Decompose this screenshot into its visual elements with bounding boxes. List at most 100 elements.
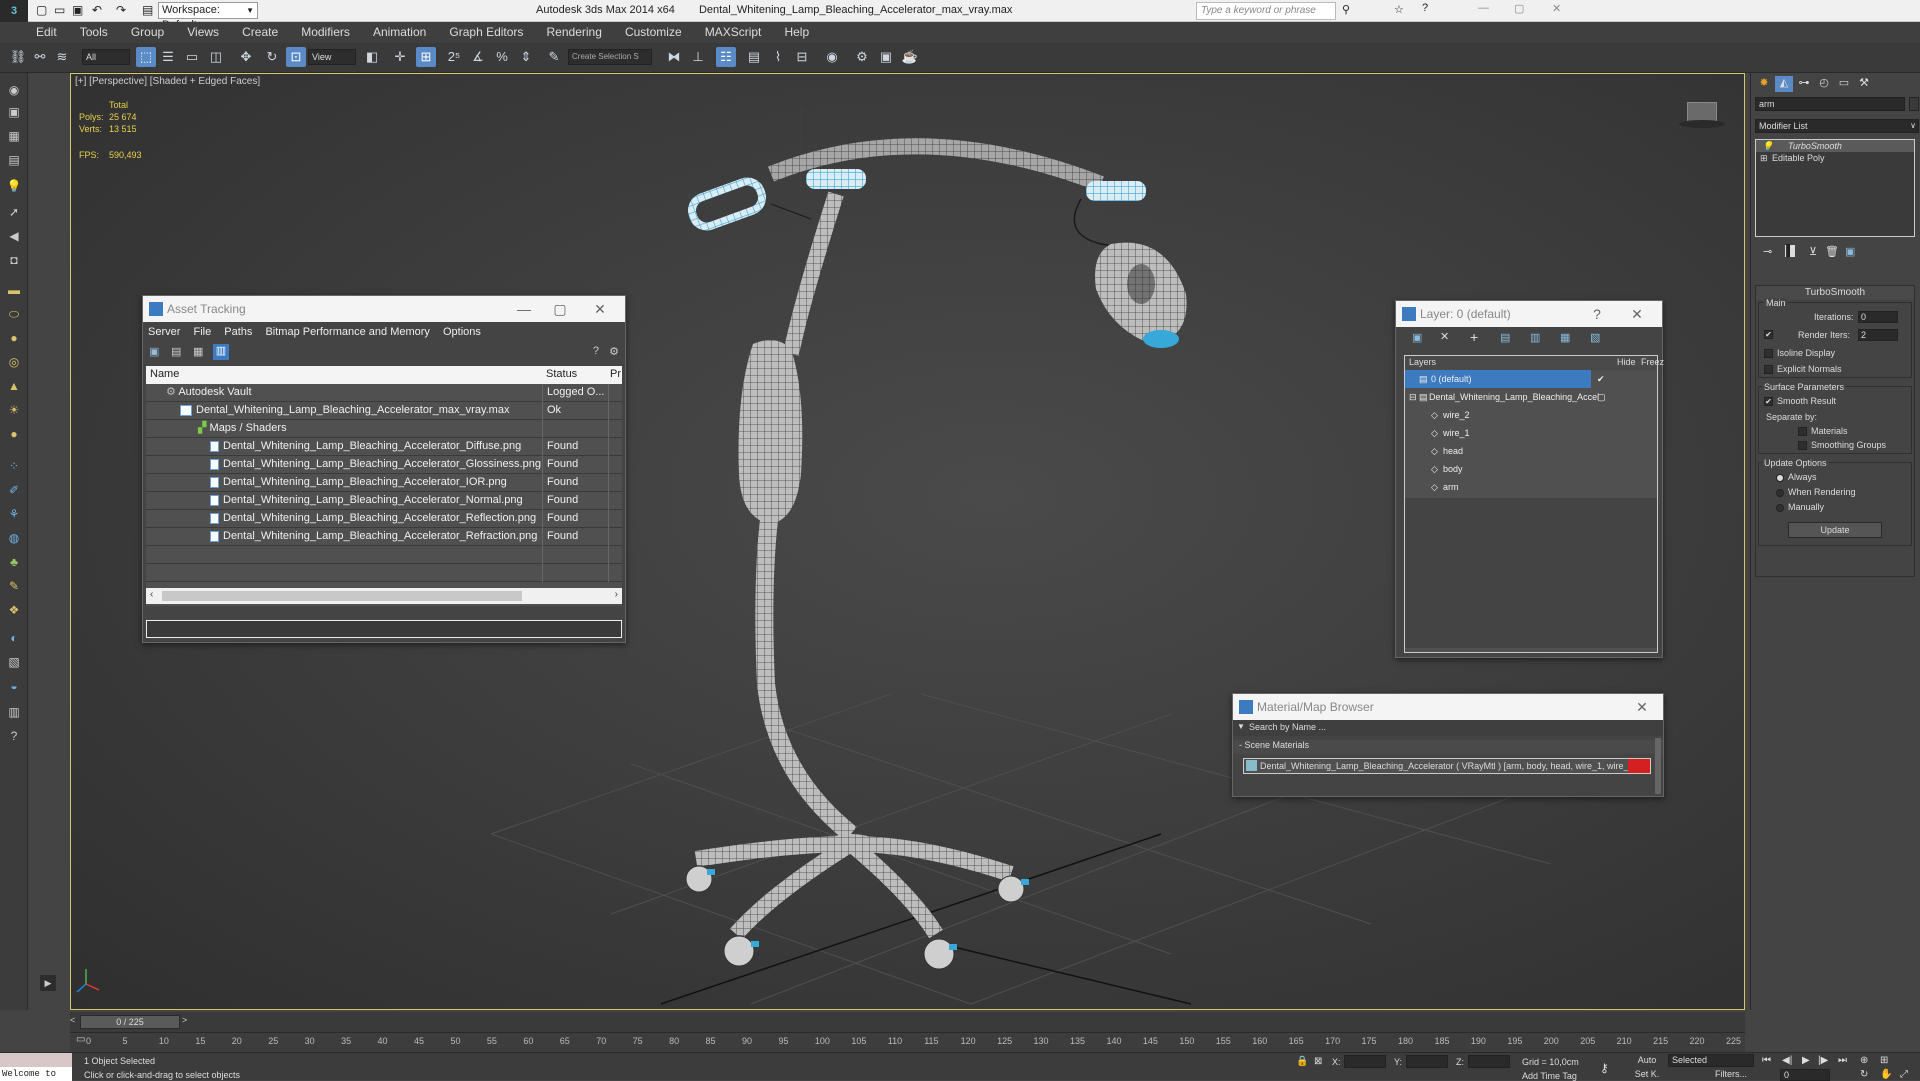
- arrow-icon[interactable]: ➚: [5, 203, 23, 221]
- layer-row-lamp[interactable]: ⊟ ▤ Dental_Whitening_Lamp_Bleaching_Acce…: [1405, 388, 1657, 406]
- time-slider-prev[interactable]: <: [70, 1015, 78, 1029]
- menu-rendering[interactable]: Rendering: [537, 22, 612, 43]
- material-item[interactable]: Dental_Whitening_Lamp_Bleaching_Accelera…: [1243, 758, 1651, 774]
- scroll-left-icon[interactable]: ‹: [150, 589, 153, 600]
- color-icon[interactable]: ◒: [5, 677, 23, 695]
- speaker-icon[interactable]: ◀: [5, 227, 23, 245]
- menu-paths[interactable]: Paths: [219, 322, 257, 342]
- schematic-view-icon[interactable]: ⊟: [792, 47, 812, 67]
- refresh-icon[interactable]: ▣: [149, 345, 159, 358]
- create-tab-icon[interactable]: ✸: [1755, 76, 1773, 92]
- layer-row-head[interactable]: ◇ head: [1405, 442, 1657, 460]
- time-slider-next[interactable]: >: [182, 1015, 190, 1029]
- undo-icon[interactable]: ↶: [92, 3, 102, 17]
- track-bar[interactable]: 0 5 10 15 20 25 30 35 40 45 50 55 60 65 70 75 80 85 90 95 10…: [70, 1032, 1745, 1052]
- layer-manager-icon[interactable]: ☷: [716, 47, 736, 67]
- vertical-scrollbar[interactable]: [1655, 738, 1661, 794]
- iterations-spinner[interactable]: 0: [1858, 311, 1898, 323]
- display-tab-icon[interactable]: ▭: [1835, 76, 1853, 92]
- layers-icon[interactable]: ▧: [5, 653, 23, 671]
- help-icon[interactable]: ?: [1582, 301, 1612, 327]
- save-file-icon[interactable]: ▣: [72, 3, 83, 17]
- bind-space-warp-icon[interactable]: ≋: [52, 47, 72, 67]
- key-icon[interactable]: ⚷: [1600, 1061, 1609, 1075]
- teapot-icon[interactable]: ●: [5, 425, 23, 443]
- table-row[interactable]: ⚙ Autodesk Vault Logged O...: [146, 384, 622, 402]
- checkmark-icon[interactable]: ✔: [1597, 370, 1605, 388]
- filters-button[interactable]: Filters...: [1708, 1069, 1754, 1081]
- object-color-swatch[interactable]: [1909, 97, 1919, 111]
- menu-animation[interactable]: Animation: [363, 22, 436, 43]
- table-row[interactable]: Dental_Whitening_Lamp_Bleaching_Accelera…: [146, 474, 622, 492]
- render-setup-icon[interactable]: ⚙: [852, 47, 872, 67]
- rendered-frame-icon[interactable]: ▣: [876, 47, 896, 67]
- material-search-input[interactable]: Search by Name ...: [1249, 722, 1326, 732]
- list-icon[interactable]: ▥: [5, 703, 23, 721]
- render-iters-checkbox[interactable]: ✔: [1764, 330, 1773, 339]
- modify-tab-icon[interactable]: ◭: [1775, 76, 1793, 92]
- material-browser-titlebar[interactable]: Material/Map Browser ✕: [1233, 694, 1663, 720]
- minimize-icon[interactable]: —: [509, 296, 539, 322]
- menu-bitmap-performance[interactable]: Bitmap Performance and Memory: [260, 322, 434, 342]
- select-layer-icon[interactable]: ▤: [1500, 331, 1510, 344]
- col-status[interactable]: Status: [546, 368, 577, 380]
- named-selection-dropdown[interactable]: Create Selection S: [568, 49, 652, 65]
- key-mode-dropdown[interactable]: Selected: [1668, 1054, 1754, 1067]
- menu-modifiers[interactable]: Modifiers: [291, 22, 360, 43]
- prev-frame-icon[interactable]: ◀|: [1782, 1055, 1792, 1066]
- scroll-right-icon[interactable]: ›: [615, 589, 618, 600]
- sphere-icon[interactable]: ●: [5, 329, 23, 347]
- edit-named-selection-icon[interactable]: ✎: [544, 47, 564, 67]
- layer-row-wire2[interactable]: ◇ wire_2: [1405, 406, 1657, 424]
- cylinder-icon[interactable]: ⬭: [5, 305, 23, 323]
- maxscript-listener[interactable]: Welcome to: [0, 1067, 72, 1081]
- app-logo-icon[interactable]: 3: [0, 0, 28, 22]
- close-icon[interactable]: ✕: [1622, 301, 1652, 327]
- mirror-icon[interactable]: ⧓: [664, 47, 684, 67]
- time-slider[interactable]: < 0 / 225 >: [70, 1012, 1745, 1032]
- layer-row-body[interactable]: ◇ body: [1405, 460, 1657, 478]
- curve-editor-icon[interactable]: ⌇: [768, 47, 788, 67]
- col-freeze[interactable]: Freez: [1641, 357, 1664, 367]
- help-icon[interactable]: ?: [1422, 2, 1428, 14]
- col-hide[interactable]: Hide: [1617, 357, 1636, 367]
- go-end-icon[interactable]: ⏭: [1838, 1055, 1847, 1066]
- expand-icon[interactable]: ⊞: [1760, 152, 1768, 164]
- update-button[interactable]: Update: [1788, 522, 1882, 538]
- maximize-icon[interactable]: ▢: [1514, 2, 1524, 15]
- bulb-icon[interactable]: 💡: [5, 177, 23, 195]
- settings-icon[interactable]: ⚙: [609, 345, 619, 358]
- menu-group[interactable]: Group: [121, 22, 174, 43]
- table-row[interactable]: Dental_Whitening_Lamp_Bleaching_Accelera…: [146, 402, 622, 420]
- particles-icon[interactable]: ⁘: [5, 457, 23, 475]
- menu-maxscript[interactable]: MAXScript: [695, 22, 772, 43]
- help-icon[interactable]: ?: [5, 727, 23, 745]
- stack-item-editable-poly[interactable]: ⊞ Editable Poly: [1756, 152, 1914, 164]
- paint-icon[interactable]: ✎: [5, 577, 23, 595]
- create-layer-icon[interactable]: ▣: [1412, 331, 1422, 344]
- set-key-button[interactable]: Set K.: [1632, 1069, 1662, 1081]
- layer-row-arm[interactable]: ◇ arm: [1405, 478, 1657, 496]
- orbit-icon[interactable]: ↻: [1860, 1069, 1868, 1080]
- select-by-name-icon[interactable]: ☰: [158, 47, 178, 67]
- next-frame-icon[interactable]: |▶: [1818, 1055, 1828, 1066]
- remove-modifier-icon[interactable]: 🗑: [1825, 245, 1839, 258]
- scene-materials-header[interactable]: - Scene Materials: [1233, 740, 1663, 754]
- maxscript-mini-bar[interactable]: [0, 1053, 72, 1067]
- minimize-icon[interactable]: —: [1478, 2, 1489, 14]
- select-manipulate-icon[interactable]: ✛: [390, 47, 410, 67]
- lock-icon[interactable]: 🔒: [1296, 1056, 1308, 1067]
- close-icon[interactable]: ✕: [1627, 694, 1657, 720]
- object-name-field[interactable]: arm: [1755, 97, 1905, 111]
- col-pr[interactable]: Pr: [610, 368, 621, 380]
- menu-edit[interactable]: Edit: [26, 22, 67, 43]
- new-file-icon[interactable]: ▢: [36, 3, 47, 17]
- redo-icon[interactable]: ↷: [116, 3, 126, 17]
- play-icon[interactable]: ▶: [1802, 1055, 1810, 1066]
- keyframe-mini-curve-icon[interactable]: ▭: [76, 1034, 90, 1048]
- spinner-snap-icon[interactable]: ⇕: [516, 47, 536, 67]
- cloth-icon[interactable]: ❖: [5, 601, 23, 619]
- selection-filter-dropdown[interactable]: All: [82, 49, 130, 65]
- link-icon[interactable]: ⛓: [8, 47, 28, 67]
- smooth-result-checkbox-row[interactable]: ✔ Smooth Result: [1764, 396, 1836, 407]
